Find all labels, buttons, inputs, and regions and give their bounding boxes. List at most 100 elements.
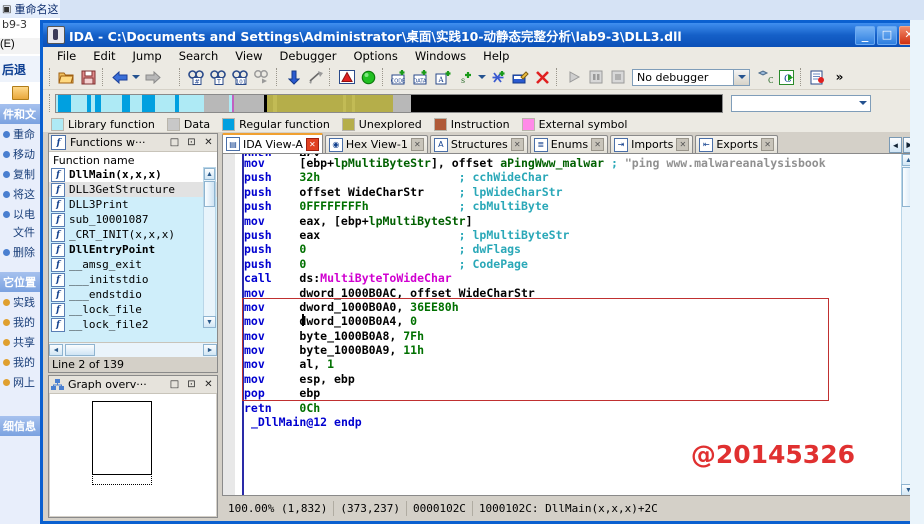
graph-overview-close-button[interactable]: ✕	[202, 378, 215, 391]
function-list-item[interactable]: fDLL3GetStructure	[49, 182, 217, 197]
minimize-button[interactable]: _	[855, 26, 875, 45]
disassembly-line[interactable]: mov al, 1	[244, 357, 901, 371]
tab-exports[interactable]: ⇤Exports✕	[695, 135, 778, 153]
disassembly-line[interactable]: pop ebp	[244, 386, 901, 400]
search-hash-icon[interactable]: #	[186, 67, 207, 87]
undefine-icon[interactable]	[532, 67, 553, 87]
green-circle-icon[interactable]	[358, 67, 379, 87]
functions-close-button[interactable]: ✕	[202, 136, 215, 149]
function-list-item[interactable]: f__amsg_exit	[49, 257, 217, 272]
struct-dropdown-icon[interactable]	[477, 67, 487, 87]
graph-overview-viewport[interactable]	[92, 449, 152, 485]
function-list-item[interactable]: f___initstdio	[49, 272, 217, 287]
debugger-options-icon[interactable]: C	[754, 67, 775, 87]
warning-icon[interactable]	[336, 67, 357, 87]
back-arrow-icon[interactable]	[109, 67, 130, 87]
notepad-icon[interactable]	[807, 67, 828, 87]
functions-horizontal-scrollbar[interactable]: ◄ ►	[49, 342, 217, 357]
disassembly-line[interactable]: push 32h ; cchWideChar	[244, 170, 901, 184]
make-array-icon[interactable]	[488, 67, 509, 87]
function-list-item[interactable]: fDLL3Print	[49, 197, 217, 212]
toolbar-overflow-button[interactable]: »	[829, 67, 850, 87]
debugger-select[interactable]: No debugger	[632, 69, 750, 86]
graph-overview-canvas[interactable]	[50, 394, 216, 516]
tab-ida-view-a[interactable]: ▤IDA View-A✕	[222, 133, 323, 153]
tab-imports[interactable]: ⇥Imports✕	[610, 135, 693, 153]
disassembly-line[interactable]: push eax ; lpMultiByteStr	[244, 228, 901, 242]
search-binary-icon[interactable]: 101	[230, 67, 251, 87]
chevron-down-icon[interactable]	[733, 70, 749, 85]
tab-close-icon[interactable]: ✕	[306, 138, 319, 151]
function-list-item[interactable]: fsub_10001087	[49, 212, 217, 227]
functions-scroll-thumb[interactable]	[204, 181, 215, 207]
function-list-item[interactable]: fDllMain(x,x,x)	[49, 167, 217, 182]
disassembly-line[interactable]: mov esp, ebp	[244, 372, 901, 386]
menu-item-jump[interactable]: Jump	[125, 48, 171, 64]
disassembly-line[interactable]: push 0FFFFFFFFh ; cbMultiByte	[244, 199, 901, 213]
scroll-right-icon[interactable]: ►	[203, 344, 217, 356]
make-data-icon[interactable]: DATA	[411, 67, 432, 87]
rename-icon[interactable]	[510, 67, 531, 87]
function-list-item[interactable]: fDllEntryPoint	[49, 242, 217, 257]
function-list-item[interactable]: f__lock_file	[49, 302, 217, 317]
tab-hex-view-1[interactable]: ◉Hex View-1✕	[325, 135, 428, 153]
disassembly-line[interactable]: mov byte_1000B0A9, 11h	[244, 343, 901, 357]
back-dropdown-icon[interactable]	[131, 67, 141, 87]
scroll-left-icon[interactable]: ◄	[49, 344, 63, 356]
tab-close-icon[interactable]: ✕	[761, 138, 774, 151]
function-list-item[interactable]: f__lock_file2	[49, 317, 217, 332]
make-struct-icon[interactable]: s	[455, 67, 476, 87]
search-text-icon[interactable]: T	[208, 67, 229, 87]
operand-variable[interactable]: lpMultiByteStr	[369, 214, 466, 228]
disassembly-line[interactable]: push 0 ; CodePage	[244, 257, 901, 271]
forward-arrow-icon[interactable]	[142, 67, 163, 87]
tab-close-icon[interactable]: ✕	[676, 138, 689, 151]
navigator-jump-combo[interactable]	[731, 95, 871, 112]
menu-item-file[interactable]: File	[49, 48, 85, 64]
scroll-down-icon[interactable]: ▼	[203, 316, 216, 328]
save-icon[interactable]	[78, 67, 99, 87]
ida-view-a-disassembly[interactable]: push ecxmov [ebp+lpMultiByteStr], offset…	[222, 153, 916, 496]
graph-overview-restore-button[interactable]: ⊡	[185, 378, 198, 391]
tab-close-icon[interactable]: ✕	[591, 138, 604, 151]
disassembly-line[interactable]: retn 0Ch	[244, 401, 901, 415]
disassembly-line[interactable]: mov dword_1000B0A4, 0	[244, 314, 901, 328]
make-code-icon[interactable]: CODE	[389, 67, 410, 87]
functions-list[interactable]: fDllMain(x,x,x)fDLL3GetStructurefDLL3Pri…	[49, 167, 217, 342]
scroll-up-icon[interactable]: ▲	[204, 168, 215, 180]
maximize-button[interactable]: □	[877, 26, 897, 45]
disassembly-line[interactable]: mov eax, [ebp+lpMultiByteStr]	[244, 214, 901, 228]
menu-item-help[interactable]: Help	[475, 48, 518, 64]
search-next-icon[interactable]	[252, 67, 273, 87]
pause-icon[interactable]	[585, 67, 606, 87]
menu-item-search[interactable]: Search	[171, 48, 228, 64]
tab-structures[interactable]: AStructures✕	[430, 135, 528, 153]
operand-api[interactable]: MultiByteToWideChar	[320, 271, 452, 285]
disassembly-line[interactable]: mov [ebp+lpMultiByteStr], offset aPingWw…	[244, 156, 901, 170]
functions-hscroll-thumb[interactable]	[65, 344, 95, 356]
operand-symbol[interactable]: aPingWww_malwar	[500, 156, 604, 170]
functions-vertical-scrollbar[interactable]: ▲ ▼	[203, 167, 216, 328]
tab-enums[interactable]: ≣Enums✕	[530, 135, 608, 153]
stop-icon[interactable]	[607, 67, 628, 87]
operand-variable[interactable]: lpMultiByteStr	[334, 156, 431, 170]
disassembly-line[interactable]: _DllMain@12 endp	[244, 415, 901, 429]
chevron-down-icon[interactable]	[855, 96, 870, 111]
menu-item-debugger[interactable]: Debugger	[272, 48, 346, 64]
tab-close-icon[interactable]: ✕	[411, 138, 424, 151]
disassembly-line[interactable]: mov byte_1000B0A8, 7Fh	[244, 329, 901, 343]
jump-xref-icon[interactable]	[305, 67, 326, 87]
function-list-item[interactable]: f_CRT_INIT(x,x,x)	[49, 227, 217, 242]
functions-minimize-button[interactable]: □	[168, 136, 181, 149]
function-list-item[interactable]: f___endstdio	[49, 287, 217, 302]
menu-item-windows[interactable]: Windows	[407, 48, 475, 64]
disassembly-line[interactable]: mov dword_1000B0AC, offset WideCharStr	[244, 286, 901, 300]
jump-down-icon[interactable]	[283, 67, 304, 87]
menu-item-view[interactable]: View	[227, 48, 271, 64]
disassembly-line[interactable]: mov dword_1000B0A0, 36EE80h	[244, 300, 901, 314]
functions-restore-button[interactable]: ⊡	[185, 136, 198, 149]
tab-close-icon[interactable]: ✕	[511, 138, 524, 151]
make-ascii-icon[interactable]: A	[433, 67, 454, 87]
disassembly-line[interactable]: push offset WideCharStr ; lpWideCharStr	[244, 185, 901, 199]
navigator-band[interactable]	[55, 94, 723, 113]
